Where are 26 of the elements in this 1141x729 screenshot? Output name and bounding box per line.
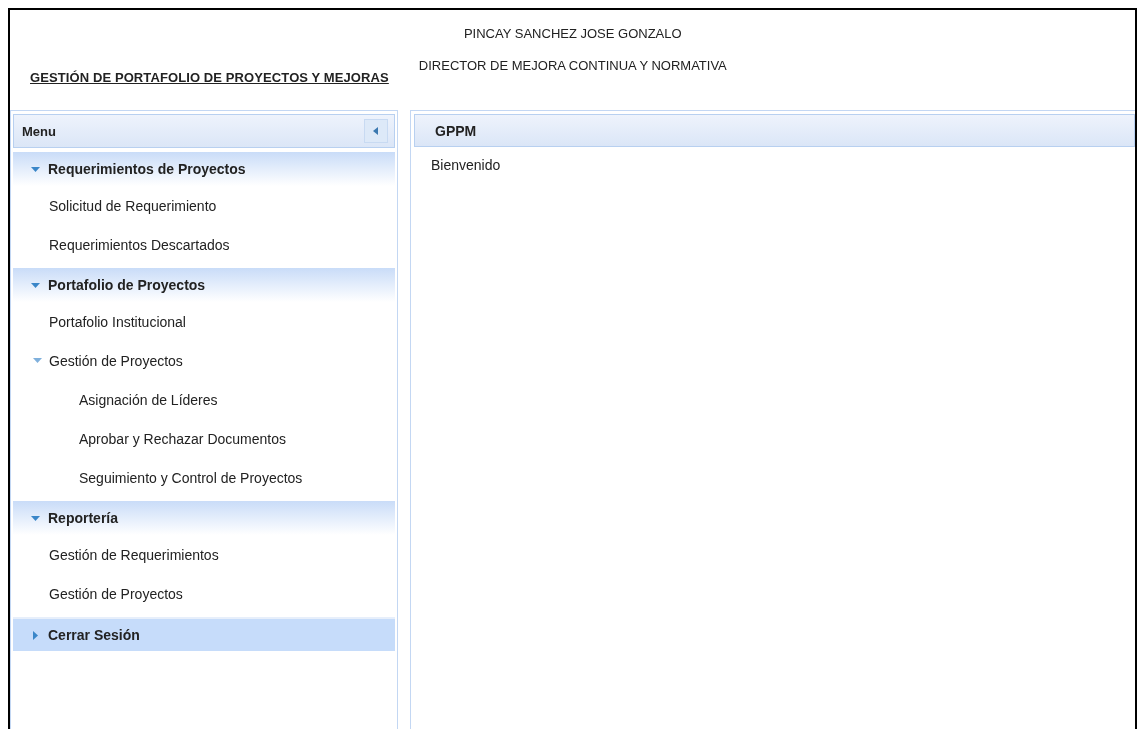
collapse-button[interactable] bbox=[364, 119, 388, 143]
user-name: PINCAY SANCHEZ JOSE GONZALO bbox=[463, 26, 682, 41]
welcome-text: Bienvenido bbox=[431, 157, 501, 173]
down-triangle-icon bbox=[31, 280, 40, 290]
menu-item[interactable]: Gestión de Proyectos bbox=[13, 574, 395, 613]
menu-item[interactable]: Aprobar y Rechazar Documentos bbox=[13, 419, 395, 458]
down-triangle-icon bbox=[33, 356, 42, 365]
menu-item[interactable]: Requerimientos Descartados bbox=[13, 225, 395, 264]
menu-section[interactable]: Cerrar Sesión bbox=[13, 617, 395, 651]
down-triangle-icon bbox=[31, 513, 40, 523]
menu-item[interactable]: Gestión de Requerimientos bbox=[13, 535, 395, 574]
down-triangle-icon bbox=[31, 164, 40, 174]
right-triangle-icon bbox=[31, 630, 40, 640]
menu-title: Menu bbox=[22, 123, 56, 139]
menu-section[interactable]: Requerimientos de Proyectos bbox=[13, 152, 395, 186]
menu-item[interactable]: Seguimiento y Control de Proyectos bbox=[13, 458, 395, 497]
left-arrow-icon bbox=[373, 127, 379, 135]
user-role: DIRECTOR DE MEJORA CONTINUA Y NORMATIVA bbox=[418, 58, 727, 73]
menu-item[interactable]: Portafolio Institucional bbox=[13, 302, 395, 341]
app-title: GESTIÓN DE PORTAFOLIO DE PROYECTOS Y MEJORAS bbox=[30, 70, 389, 85]
menu-section[interactable]: Portafolio de Proyectos bbox=[13, 268, 395, 302]
menu-section[interactable]: Reportería bbox=[13, 501, 395, 535]
menu-item[interactable]: Asignación de Líderes bbox=[13, 380, 395, 419]
menu-item[interactable]: Solicitud de Requerimiento bbox=[13, 186, 395, 225]
panel-title: GPPM bbox=[435, 122, 477, 139]
menu-item[interactable]: Gestión de Proyectos bbox=[13, 341, 395, 380]
